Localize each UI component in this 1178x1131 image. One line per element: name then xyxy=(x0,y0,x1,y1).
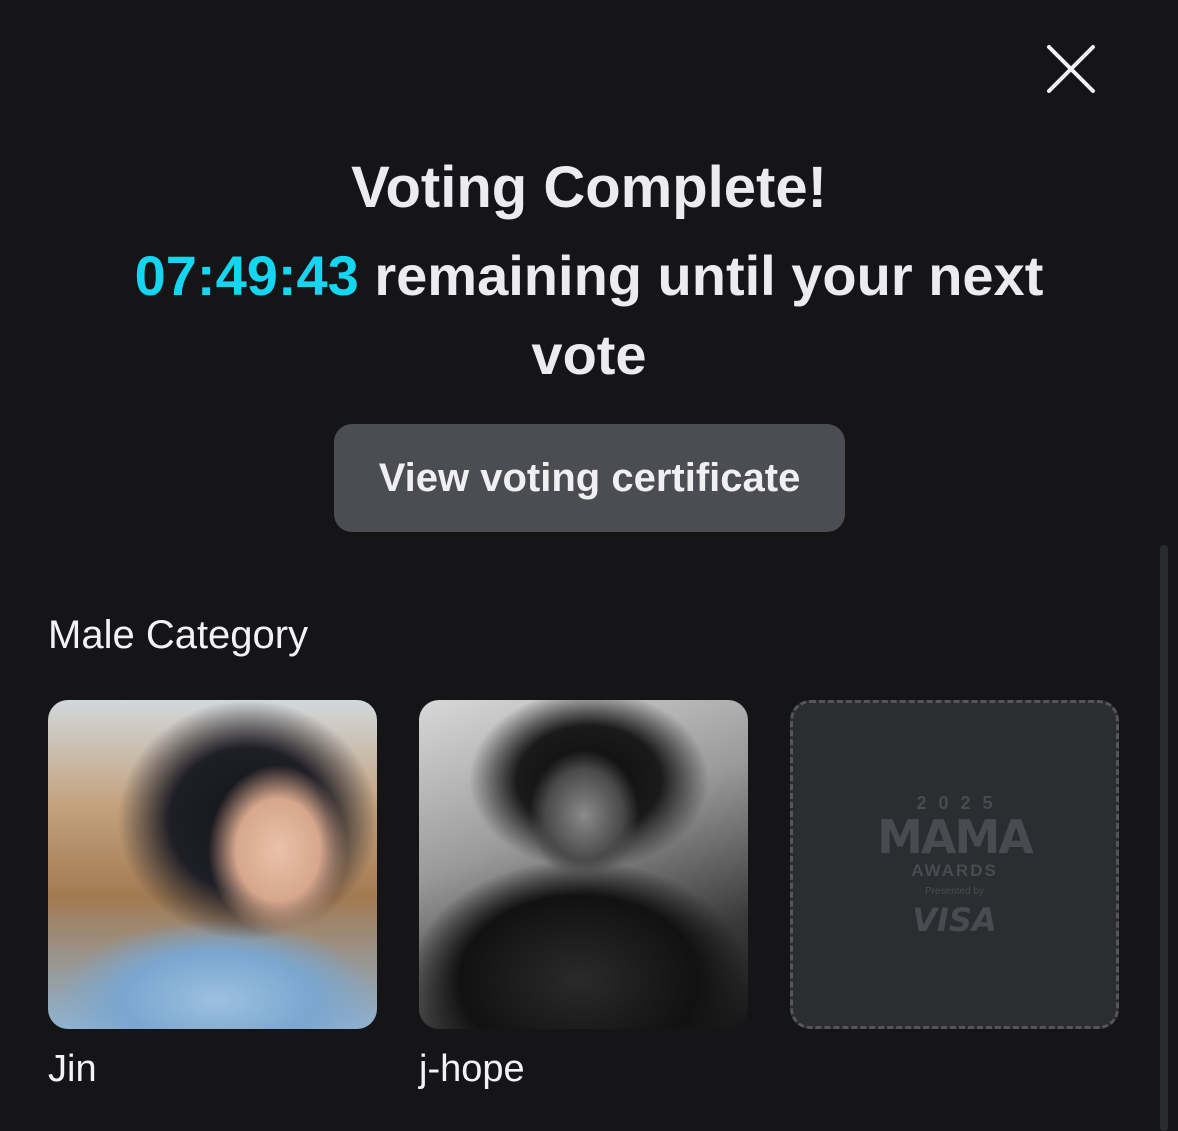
countdown-timer: 07:49:43 xyxy=(134,244,359,307)
empty-vote-slot[interactable]: 2025 MAMA AWARDS Presented by VISA xyxy=(790,700,1119,1029)
artist-card-j-hope[interactable] xyxy=(419,700,748,1029)
close-button[interactable] xyxy=(1040,38,1102,100)
scrollbar[interactable] xyxy=(1160,545,1168,1131)
artist-name: j-hope xyxy=(419,1048,525,1090)
view-voting-certificate-button[interactable]: View voting certificate xyxy=(334,424,845,532)
mama-awards-logo: 2025 MAMA AWARDS Presented by VISA xyxy=(790,700,1119,1029)
category-title: Male Category xyxy=(48,613,309,657)
artist-photo xyxy=(419,700,748,1029)
close-icon xyxy=(1047,45,1095,93)
countdown-suffix: remaining until your next vote xyxy=(358,244,1044,386)
voting-complete-modal: Voting Complete! 07:49:43 remaining unti… xyxy=(0,0,1178,1131)
modal-title: Voting Complete! xyxy=(351,155,827,220)
logo-awards: AWARDS xyxy=(911,860,998,880)
next-vote-message: 07:49:43 remaining until your next vote xyxy=(90,236,1088,394)
logo-presented-by: Presented by xyxy=(925,885,984,897)
logo-mama: MAMA xyxy=(877,809,1034,864)
artist-name: Jin xyxy=(48,1048,97,1090)
artist-photo xyxy=(48,700,377,1029)
logo-sponsor: VISA xyxy=(912,900,997,939)
artist-card-jin[interactable] xyxy=(48,700,377,1029)
